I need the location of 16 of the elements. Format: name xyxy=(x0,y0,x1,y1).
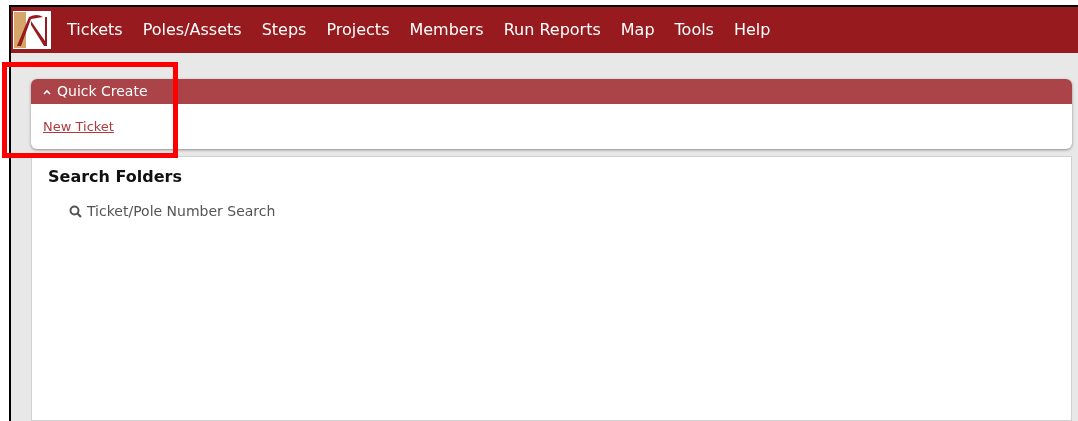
nav-link[interactable]: Help xyxy=(733,18,771,42)
nav-link[interactable]: Projects xyxy=(326,18,390,42)
nav-link[interactable]: Tools xyxy=(674,18,714,42)
chevron-up-icon xyxy=(43,88,51,95)
nav-link[interactable]: Steps xyxy=(261,18,307,42)
nav-link[interactable]: Map xyxy=(620,18,655,42)
section-title: Search Folders xyxy=(48,166,183,188)
nav-link[interactable]: Run Reports xyxy=(503,18,601,42)
nav-link[interactable]: Tickets xyxy=(67,18,123,42)
new-ticket-link[interactable]: New Ticket xyxy=(43,116,114,137)
nav-link[interactable]: Poles/Assets xyxy=(142,18,242,42)
nav-link[interactable]: Members xyxy=(409,18,484,42)
search-icon xyxy=(69,205,82,218)
logo-icon[interactable] xyxy=(13,11,51,49)
search-folder-link[interactable]: Ticket/Pole Number Search xyxy=(87,201,276,222)
panel-header[interactable]: Quick Create xyxy=(31,79,1072,104)
